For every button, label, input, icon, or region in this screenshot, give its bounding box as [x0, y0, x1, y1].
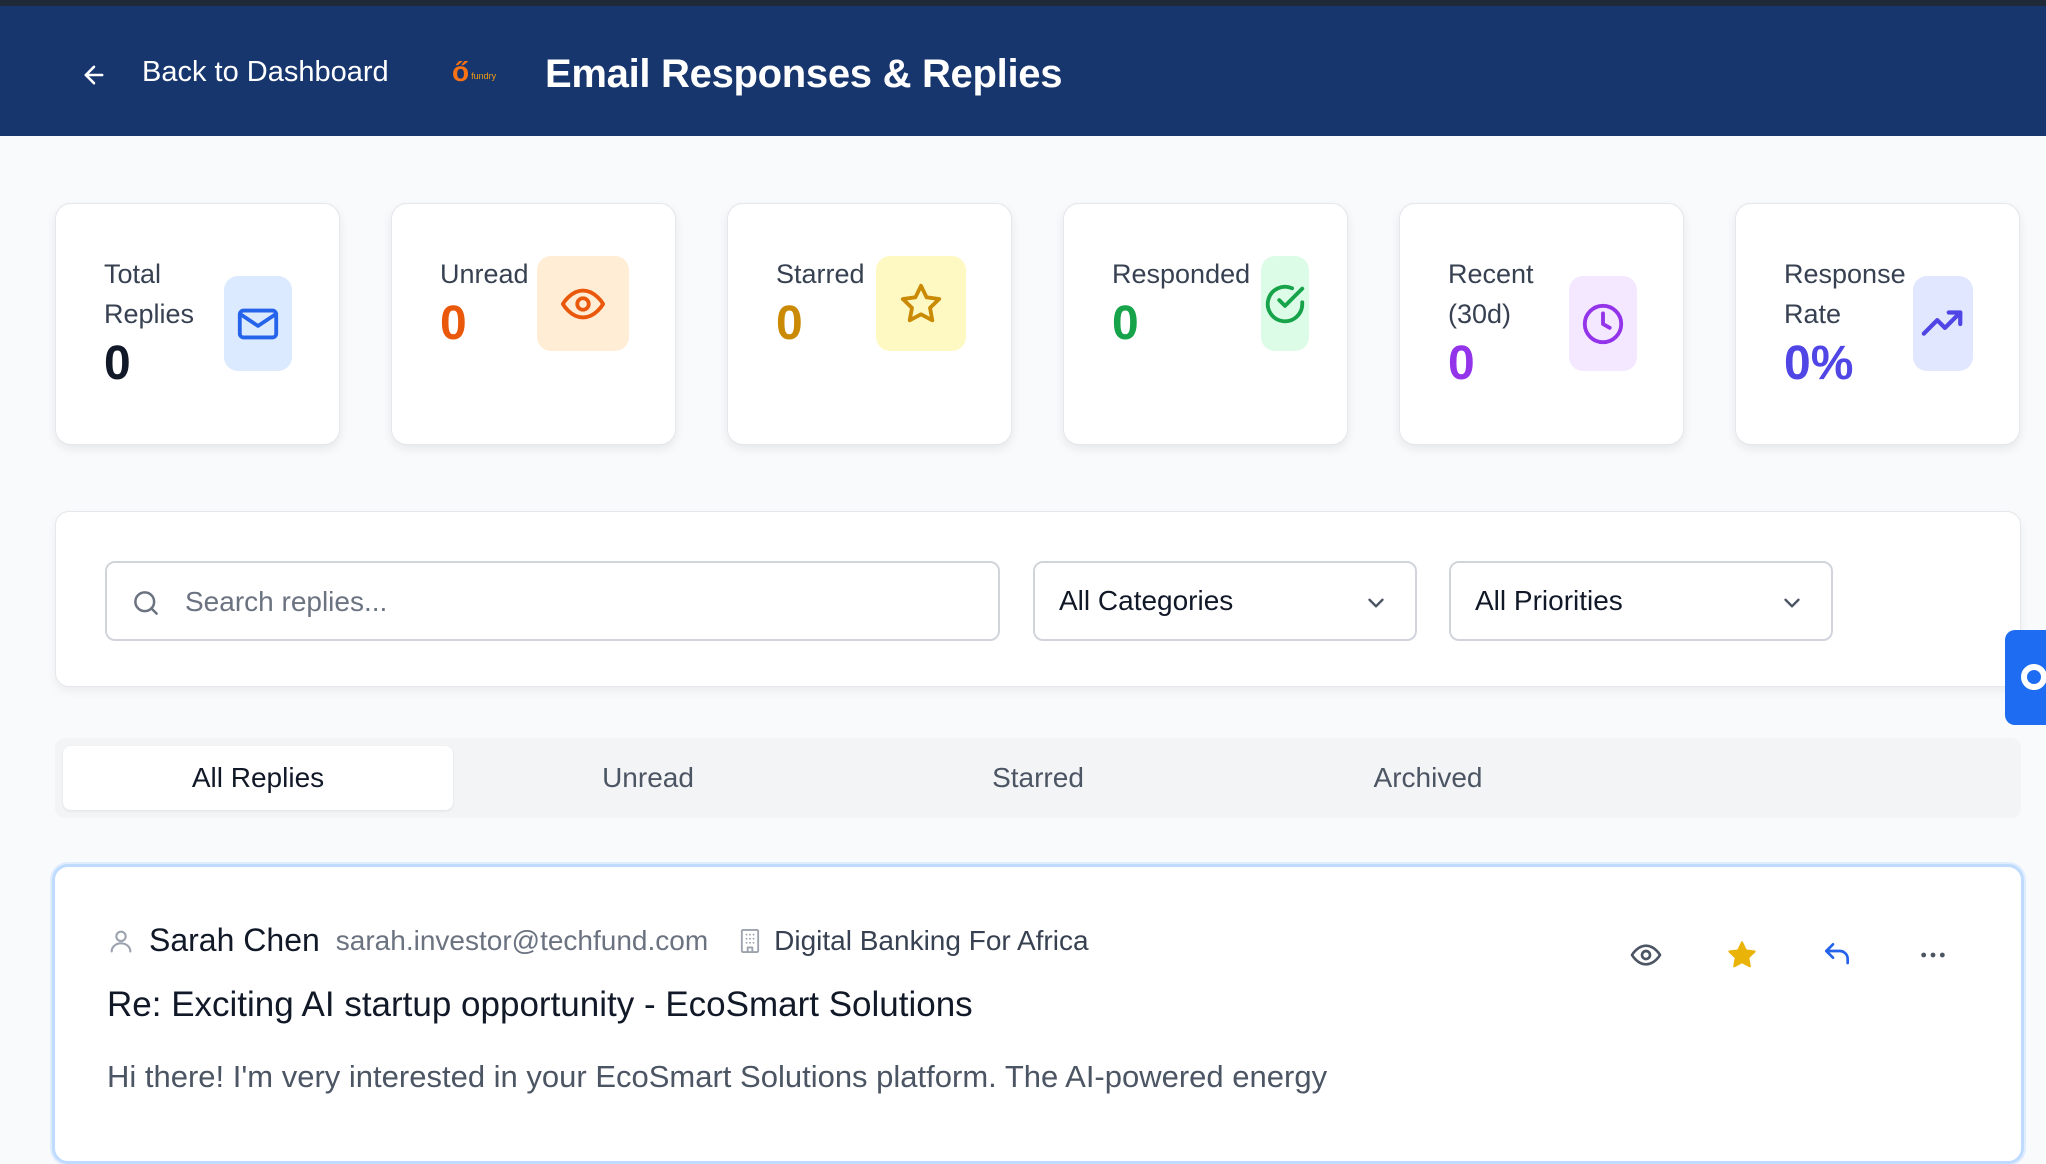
- stat-label: Unread: [440, 259, 529, 289]
- stat-label: Recent (30d): [1448, 259, 1534, 329]
- logo-mark-icon: ő: [452, 56, 470, 87]
- stat-card-recent: Recent (30d) 0: [1399, 203, 1684, 445]
- brand-logo: ő fundry: [452, 56, 510, 88]
- page-header: Back to Dashboard ő fundry Email Respons…: [0, 6, 2046, 136]
- category-select-value: All Categories: [1059, 585, 1234, 616]
- chevron-down-icon: [1784, 598, 1800, 608]
- reply-subject: Re: Exciting AI startup opportunity - Ec…: [107, 985, 973, 1024]
- stat-value: 0: [440, 297, 467, 350]
- reply-tabs: All Replies Unread Starred Archived: [55, 738, 2021, 818]
- chevron-down-icon: [1368, 598, 1384, 608]
- reply-arrow-icon: [1825, 943, 1849, 965]
- stat-icon-badge: [224, 276, 292, 371]
- tab-archived[interactable]: Archived: [1233, 746, 1623, 810]
- star-button[interactable]: [1720, 933, 1764, 977]
- page-title: Email Responses & Replies: [545, 52, 1063, 96]
- tab-all-replies[interactable]: All Replies: [63, 746, 453, 810]
- stat-icon-badge: [1913, 276, 1973, 371]
- reply-preview: Hi there! I'm very interested in your Ec…: [107, 1059, 1328, 1094]
- back-to-dashboard-link[interactable]: Back to Dashboard: [142, 56, 389, 89]
- chat-widget-button[interactable]: [2005, 630, 2046, 725]
- arrow-left-icon[interactable]: [80, 61, 108, 89]
- filter-panel: All Categories All Priorities: [55, 511, 2021, 687]
- more-options-button[interactable]: [1911, 933, 1955, 977]
- stat-value: 0: [1112, 297, 1139, 350]
- tab-starred[interactable]: Starred: [843, 746, 1233, 810]
- clock-icon: [1582, 303, 1624, 344]
- stat-value: 0: [776, 297, 803, 350]
- priority-select[interactable]: All Priorities: [1449, 561, 1833, 641]
- stat-value: 0: [1448, 337, 1475, 390]
- trending-up-icon: [1921, 309, 1963, 336]
- logo-wordmark: fundry: [471, 71, 497, 81]
- company-name: Digital Banking For Africa: [774, 924, 1089, 956]
- check-circle-icon: [1265, 284, 1305, 323]
- building-icon: [741, 928, 760, 953]
- star-filled-icon: [1728, 941, 1756, 968]
- stat-icon-badge: [537, 256, 629, 351]
- stat-label: Starred: [776, 259, 865, 289]
- stat-icon-badge: [1569, 276, 1637, 371]
- stat-icon-badge: [876, 256, 966, 351]
- search-icon: [134, 591, 158, 615]
- stat-icon-badge: [1261, 256, 1309, 351]
- stat-card-starred: Starred 0: [727, 203, 1012, 445]
- stat-label: Responded: [1112, 259, 1251, 289]
- stat-label: Response Rate: [1784, 259, 1906, 329]
- search-box[interactable]: [105, 561, 1000, 641]
- chat-bubble-icon: [2021, 664, 2046, 690]
- sender-email: sarah.investor@techfund.com: [335, 924, 709, 956]
- stat-label: Total Replies: [104, 259, 195, 329]
- star-icon: [900, 283, 942, 322]
- tab-unread[interactable]: Unread: [453, 746, 843, 810]
- priority-select-value: All Priorities: [1475, 585, 1623, 616]
- mail-icon: [237, 308, 279, 339]
- category-select[interactable]: All Categories: [1033, 561, 1417, 641]
- stat-card-responded: Responded 0: [1063, 203, 1348, 445]
- sender-name: Sarah Chen: [149, 922, 320, 958]
- user-icon: [110, 930, 132, 953]
- reply-button[interactable]: [1815, 933, 1859, 977]
- view-button[interactable]: [1624, 933, 1668, 977]
- stat-card-unread: Unread 0: [391, 203, 676, 445]
- stat-value: 0: [104, 337, 131, 390]
- stat-card-response-rate: Response Rate 0%: [1735, 203, 2020, 445]
- more-horizontal-icon: [1921, 952, 1945, 958]
- reply-card[interactable]: Sarah Chen sarah.investor@techfund.com D…: [52, 864, 2024, 1164]
- reply-meta: Sarah Chen sarah.investor@techfund.com D…: [107, 922, 1089, 959]
- stat-card-total-replies: Total Replies 0: [55, 203, 340, 445]
- eye-icon: [560, 288, 606, 319]
- search-input[interactable]: [185, 581, 965, 623]
- stat-value: 0%: [1784, 337, 1854, 390]
- eye-icon: [1630, 944, 1662, 966]
